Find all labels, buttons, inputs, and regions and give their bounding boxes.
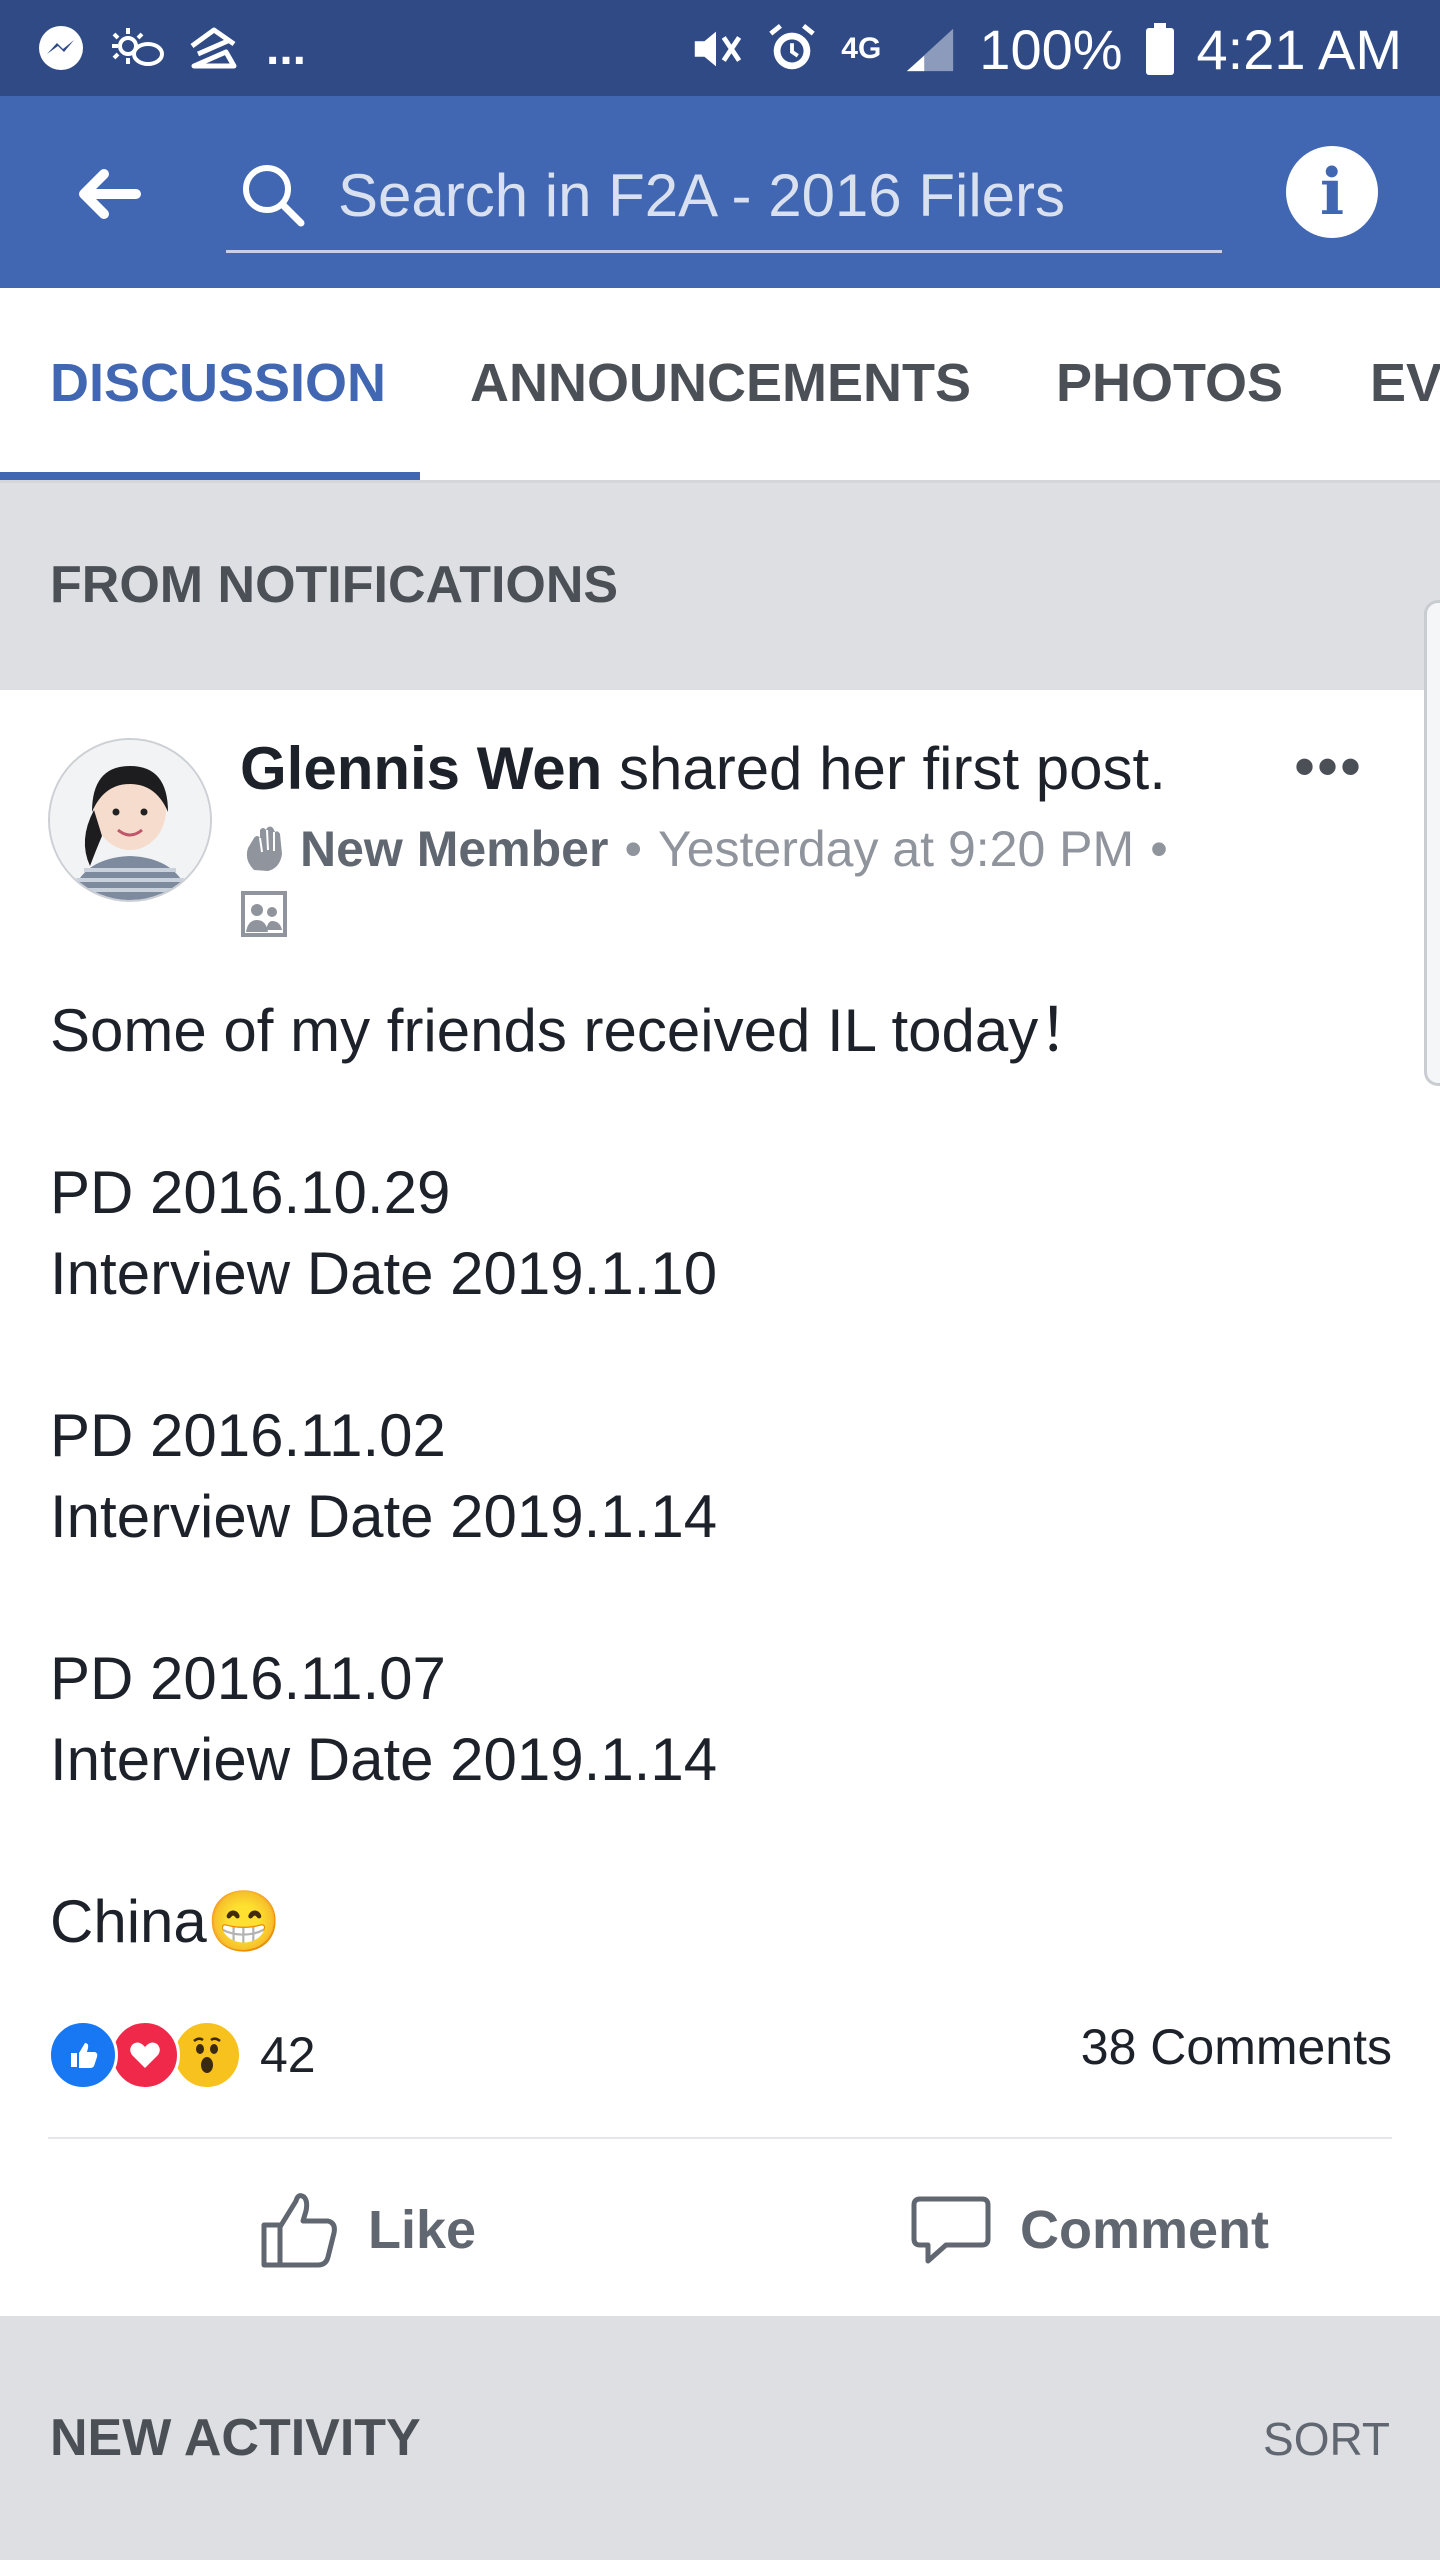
battery-percent: 100%: [979, 17, 1123, 81]
notifications-section-header: FROM NOTIFICATIONS: [0, 483, 1440, 691]
member-badge[interactable]: New Member: [300, 820, 608, 878]
meta-separator: •: [624, 821, 642, 877]
post-line: PD 2016.11.02: [50, 1402, 446, 1469]
avatar[interactable]: [48, 738, 212, 902]
signal-icon: [903, 22, 957, 76]
weather-icon: [110, 22, 164, 76]
post-line: PD 2016.10.29: [50, 1159, 451, 1226]
search-bar[interactable]: [226, 146, 1222, 253]
back-arrow-icon: [79, 169, 141, 219]
wave-hand-icon: [246, 826, 282, 871]
post-body: Some of my friends received IL today！ PD…: [50, 990, 1350, 1962]
side-drawer-handle[interactable]: [1424, 600, 1440, 1086]
post-card: Glennis Wen shared her first post. ••• N…: [0, 690, 1440, 2316]
new-activity-title: NEW ACTIVITY: [50, 2409, 421, 2467]
comments-count-link[interactable]: 38 Comments: [1081, 2018, 1392, 2076]
comment-button[interactable]: Comment: [910, 2180, 1269, 2280]
status-bar: ... 4G 100% 4:21 AM: [0, 0, 1440, 96]
clock: 4:21 AM: [1196, 17, 1402, 81]
post-line: Interview Date 2019.1.14: [50, 1483, 718, 1550]
group-audience-icon: [241, 891, 287, 937]
tab-announcements[interactable]: ANNOUNCEMENTS: [470, 288, 971, 477]
active-tab-indicator: [0, 472, 420, 480]
post-options-button[interactable]: •••: [1294, 732, 1363, 801]
search-icon: [243, 165, 305, 227]
post-divider: [48, 2137, 1392, 2139]
post-line: PD 2016.11.07: [50, 1645, 446, 1712]
search-input[interactable]: [336, 146, 1210, 244]
post-meta: New Member • Yesterday at 9:20 PM •: [240, 820, 1168, 878]
app-bar: i: [0, 96, 1440, 288]
alarm-icon: [765, 22, 819, 76]
notifications-section-title: FROM NOTIFICATIONS: [50, 556, 619, 614]
post-line: Some of my friends received IL today！: [50, 997, 1099, 1064]
reactions-summary[interactable]: 42: [48, 2020, 316, 2090]
wow-reaction-icon: [172, 2020, 242, 2090]
post-timestamp[interactable]: Yesterday at 9:20 PM: [658, 820, 1134, 878]
group-tabs: DISCUSSION ANNOUNCEMENTS PHOTOS EV: [0, 288, 1440, 483]
messenger-icon: [34, 22, 88, 76]
post-line: Interview Date 2019.1.14: [50, 1726, 718, 1793]
author-name-link[interactable]: Glennis Wen: [240, 735, 602, 802]
comment-bubble-icon: [911, 2196, 991, 2264]
post-line: Interview Date 2019.1.10: [50, 1240, 718, 1307]
meta-separator-2: •: [1150, 821, 1168, 877]
post-action-text: shared her first post.: [618, 735, 1166, 802]
back-button[interactable]: [70, 154, 150, 234]
info-icon: i: [1319, 154, 1345, 230]
post-line: China😁: [50, 1888, 282, 1955]
reaction-count: 42: [260, 2027, 316, 2083]
tab-photos[interactable]: PHOTOS: [1056, 288, 1283, 477]
love-reaction-icon: [110, 2020, 180, 2090]
comment-label: Comment: [1020, 2200, 1270, 2260]
tab-discussion[interactable]: DISCUSSION: [50, 288, 386, 477]
thumbs-up-icon: [261, 2193, 337, 2268]
battery-icon: [1145, 22, 1175, 76]
like-button[interactable]: Like: [258, 2180, 476, 2280]
tab-events[interactable]: EV: [1370, 288, 1440, 477]
mute-vibrate-icon: [689, 22, 743, 76]
sort-button[interactable]: SORT: [1263, 2412, 1390, 2466]
group-info-button[interactable]: i: [1286, 146, 1378, 238]
network-type: 4G: [841, 32, 882, 65]
zillow-icon: [186, 22, 240, 76]
like-reaction-icon: [48, 2020, 118, 2090]
more-notifications-indicator: ...: [266, 22, 307, 75]
like-label: Like: [368, 2200, 477, 2260]
new-activity-section-header: NEW ACTIVITY SORT: [0, 2316, 1440, 2560]
post-headline: Glennis Wen shared her first post.: [240, 734, 1166, 803]
